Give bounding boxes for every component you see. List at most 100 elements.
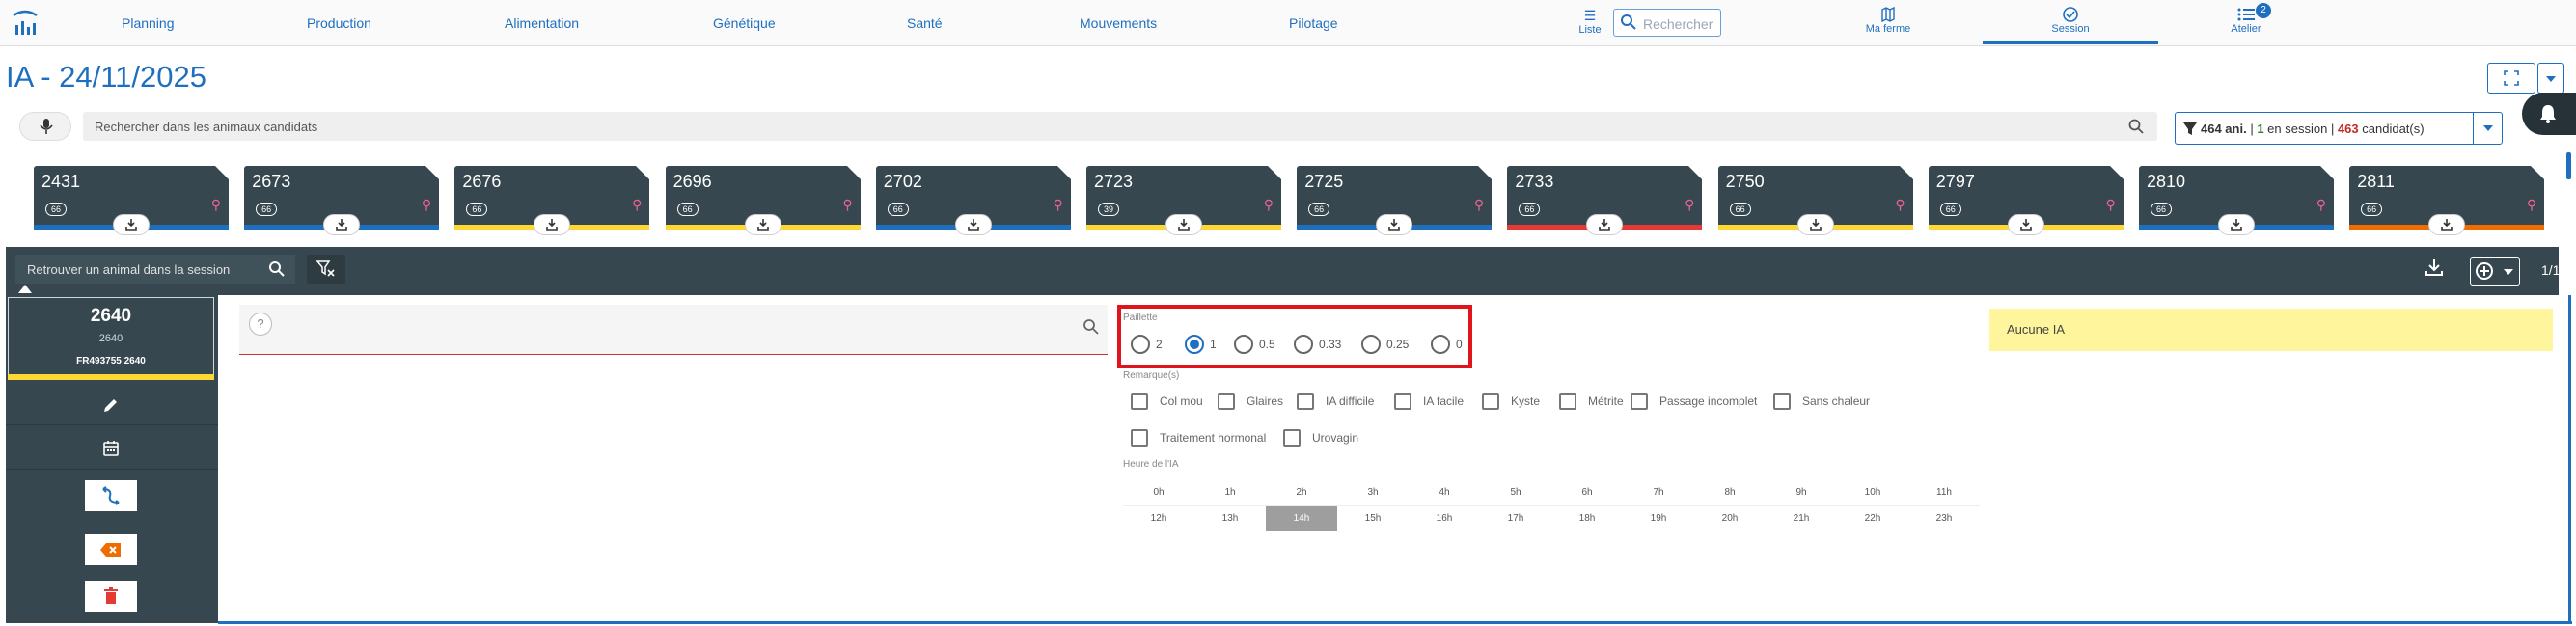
hour-option[interactable]: 21h: [1766, 505, 1837, 531]
hour-option[interactable]: 12h: [1123, 505, 1194, 531]
hour-option[interactable]: 14h: [1266, 505, 1337, 531]
voice-search-button[interactable]: [19, 112, 71, 141]
animal-card[interactable]: 2810 66 ⚲: [2139, 166, 2334, 235]
female-remove-icon[interactable]: ⚲: [211, 197, 221, 213]
hour-option[interactable]: 13h: [1194, 505, 1266, 531]
animal-card[interactable]: 2733 66 ⚲: [1507, 166, 1703, 235]
candidate-filter-button[interactable]: 464 ani. | 1 en session | 463 candidat(s…: [2175, 112, 2503, 145]
page-scrollbar[interactable]: [2566, 152, 2571, 179]
liste-button[interactable]: ☰ Liste: [1569, 8, 1611, 36]
add-to-session-button[interactable]: [1586, 214, 1624, 235]
remarque-checkbox[interactable]: Urovagin: [1283, 428, 1358, 448]
delete-button[interactable]: [85, 581, 137, 612]
add-to-session-button[interactable]: [1165, 214, 1202, 235]
animal-card[interactable]: 2702 66 ⚲: [875, 166, 1071, 235]
fullscreen-button[interactable]: [2487, 63, 2535, 94]
hour-option[interactable]: 10h: [1837, 480, 1908, 506]
nav-pilotage[interactable]: Pilotage: [1289, 15, 1338, 31]
remarque-checkbox[interactable]: IA facile: [1394, 392, 1464, 411]
animal-card[interactable]: 2676 66 ⚲: [454, 166, 650, 235]
animal-card[interactable]: 2750 66 ⚲: [1717, 166, 1913, 235]
add-to-session-button[interactable]: [2428, 214, 2466, 235]
hour-option[interactable]: 8h: [1694, 480, 1766, 506]
animal-card[interactable]: 2797 66 ⚲: [1928, 166, 2124, 235]
hour-option[interactable]: 23h: [1908, 505, 1980, 531]
female-remove-icon[interactable]: ⚲: [1054, 197, 1063, 213]
female-remove-icon[interactable]: ⚲: [1474, 197, 1484, 213]
female-remove-icon[interactable]: ⚲: [2106, 197, 2116, 213]
hour-option[interactable]: 2h: [1266, 480, 1337, 506]
nav-planning[interactable]: Planning: [122, 15, 175, 31]
selected-animal-card[interactable]: 2640 2640 FR493755 2640: [8, 297, 214, 380]
calendar-button[interactable]: [81, 433, 141, 464]
download-icon[interactable]: [2424, 257, 2445, 278]
remarque-checkbox[interactable]: Kyste: [1482, 392, 1540, 411]
paillette-option[interactable]: 0.25: [1361, 334, 1409, 355]
nav-alimentation[interactable]: Alimentation: [505, 15, 579, 31]
add-to-session-button[interactable]: [954, 214, 992, 235]
hour-option[interactable]: 11h: [1908, 480, 1980, 506]
add-to-session-button[interactable]: [323, 214, 361, 235]
female-remove-icon[interactable]: ⚲: [422, 197, 431, 213]
female-remove-icon[interactable]: ⚲: [1685, 197, 1694, 213]
add-to-session-button[interactable]: [744, 214, 781, 235]
hour-option[interactable]: 17h: [1480, 505, 1551, 531]
animal-card[interactable]: 2723 39 ⚲: [1086, 166, 1281, 235]
hour-option[interactable]: 4h: [1409, 480, 1480, 506]
session-search-input[interactable]: Retrouver un animal dans la session: [15, 255, 295, 284]
animal-card[interactable]: 2431 66 ⚲: [34, 166, 229, 235]
hour-option[interactable]: 0h: [1123, 480, 1194, 506]
clear-filter-button[interactable]: [307, 255, 345, 284]
remove-from-session-button[interactable]: [85, 534, 137, 565]
nav-sante[interactable]: Santé: [907, 15, 943, 31]
add-to-session-button[interactable]: [1376, 214, 1413, 235]
remarque-checkbox[interactable]: Col mou: [1131, 392, 1203, 411]
app-logo[interactable]: [8, 6, 42, 41]
hour-option[interactable]: 20h: [1694, 505, 1766, 531]
animal-card[interactable]: 2811 66 ⚲: [2349, 166, 2545, 235]
hour-option[interactable]: 6h: [1551, 480, 1623, 506]
hour-option[interactable]: 16h: [1409, 505, 1480, 531]
female-remove-icon[interactable]: ⚲: [842, 197, 852, 213]
remarque-checkbox[interactable]: Métrite: [1559, 392, 1624, 411]
hour-option[interactable]: 18h: [1551, 505, 1623, 531]
options-dropdown[interactable]: [2537, 63, 2564, 94]
nav-mouvements[interactable]: Mouvements: [1080, 15, 1157, 31]
global-search-input[interactable]: Rechercher: [1613, 9, 1721, 37]
animal-card[interactable]: 2696 66 ⚲: [665, 166, 861, 235]
move-button[interactable]: [85, 480, 137, 511]
candidate-search-input[interactable]: Rechercher dans les animaux candidats: [83, 112, 2157, 141]
paillette-option[interactable]: 1: [1185, 334, 1217, 355]
remarque-checkbox[interactable]: Glaires: [1218, 392, 1283, 411]
remarque-checkbox[interactable]: Sans chaleur: [1773, 392, 1870, 411]
edit-button[interactable]: [81, 390, 141, 421]
paillette-option[interactable]: 0.5: [1234, 334, 1275, 355]
hour-option[interactable]: 3h: [1337, 480, 1409, 506]
add-to-session-button[interactable]: [2007, 214, 2044, 235]
female-remove-icon[interactable]: ⚲: [2316, 197, 2326, 213]
hour-option[interactable]: 1h: [1194, 480, 1266, 506]
animal-card[interactable]: 2673 66 ⚲: [244, 166, 440, 235]
add-to-session-button[interactable]: [534, 214, 571, 235]
female-remove-icon[interactable]: ⚲: [1895, 197, 1905, 213]
remarque-checkbox[interactable]: Traitement hormonal: [1131, 428, 1266, 448]
add-animal-button[interactable]: [2470, 257, 2520, 286]
remarque-checkbox[interactable]: IA difficile: [1297, 392, 1374, 411]
tab-ma-ferme[interactable]: Ma ferme: [1852, 6, 1924, 44]
hour-option[interactable]: 22h: [1837, 505, 1908, 531]
hour-option[interactable]: 9h: [1766, 480, 1837, 506]
semen-search-input[interactable]: ?: [239, 305, 1108, 355]
notifications-button[interactable]: [2522, 93, 2576, 135]
female-remove-icon[interactable]: ⚲: [632, 197, 642, 213]
nav-genetique[interactable]: Génétique: [713, 15, 776, 31]
hour-option[interactable]: 7h: [1623, 480, 1694, 506]
paillette-option[interactable]: 0.33: [1294, 334, 1341, 355]
remarque-checkbox[interactable]: Passage incomplet: [1631, 392, 1757, 411]
female-remove-icon[interactable]: ⚲: [2527, 197, 2536, 213]
tab-session[interactable]: Session: [1983, 6, 2158, 44]
help-icon[interactable]: ?: [249, 313, 272, 336]
hour-option[interactable]: 15h: [1337, 505, 1409, 531]
add-to-session-button[interactable]: [1796, 214, 1834, 235]
female-remove-icon[interactable]: ⚲: [1264, 197, 1274, 213]
hour-option[interactable]: 5h: [1480, 480, 1551, 506]
